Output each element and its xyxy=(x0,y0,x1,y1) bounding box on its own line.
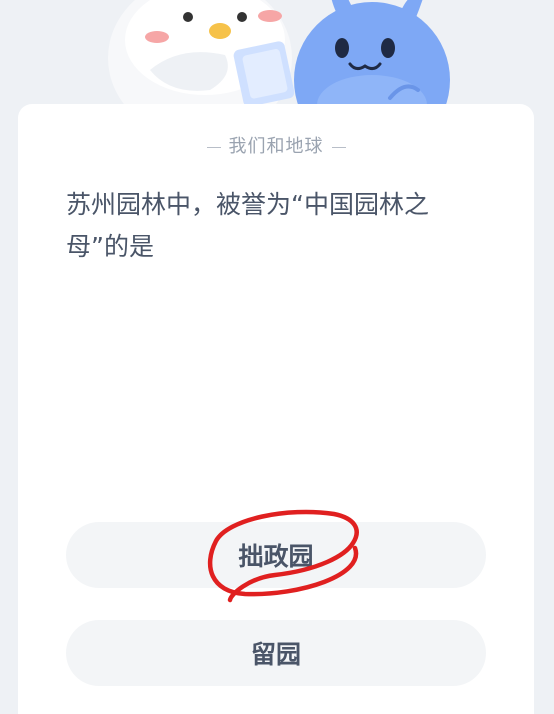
answer-option-label: 拙政园 xyxy=(238,542,314,571)
right-dash xyxy=(331,146,346,148)
mascot-illustration xyxy=(108,0,450,120)
answer-option-1[interactable]: 拙政园 xyxy=(66,522,486,588)
answer-option-2[interactable]: 留园 xyxy=(66,620,486,686)
left-dash xyxy=(206,146,221,148)
blue-rabbit-mascot-icon xyxy=(294,0,450,120)
quiz-page: 我们和地球 苏州园林中，被誉为“中国园林之母”的是 拙政园 留园 xyxy=(0,0,554,714)
answer-option-label: 留园 xyxy=(250,640,301,669)
category-text: 我们和地球 xyxy=(228,136,324,157)
question-text: 苏州园林中，被誉为“中国园林之母”的是 xyxy=(66,190,429,261)
category-label: 我们和地球 xyxy=(18,132,534,158)
question-card: 我们和地球 苏州园林中，被誉为“中国园林之母”的是 拙政园 留园 xyxy=(18,104,534,714)
